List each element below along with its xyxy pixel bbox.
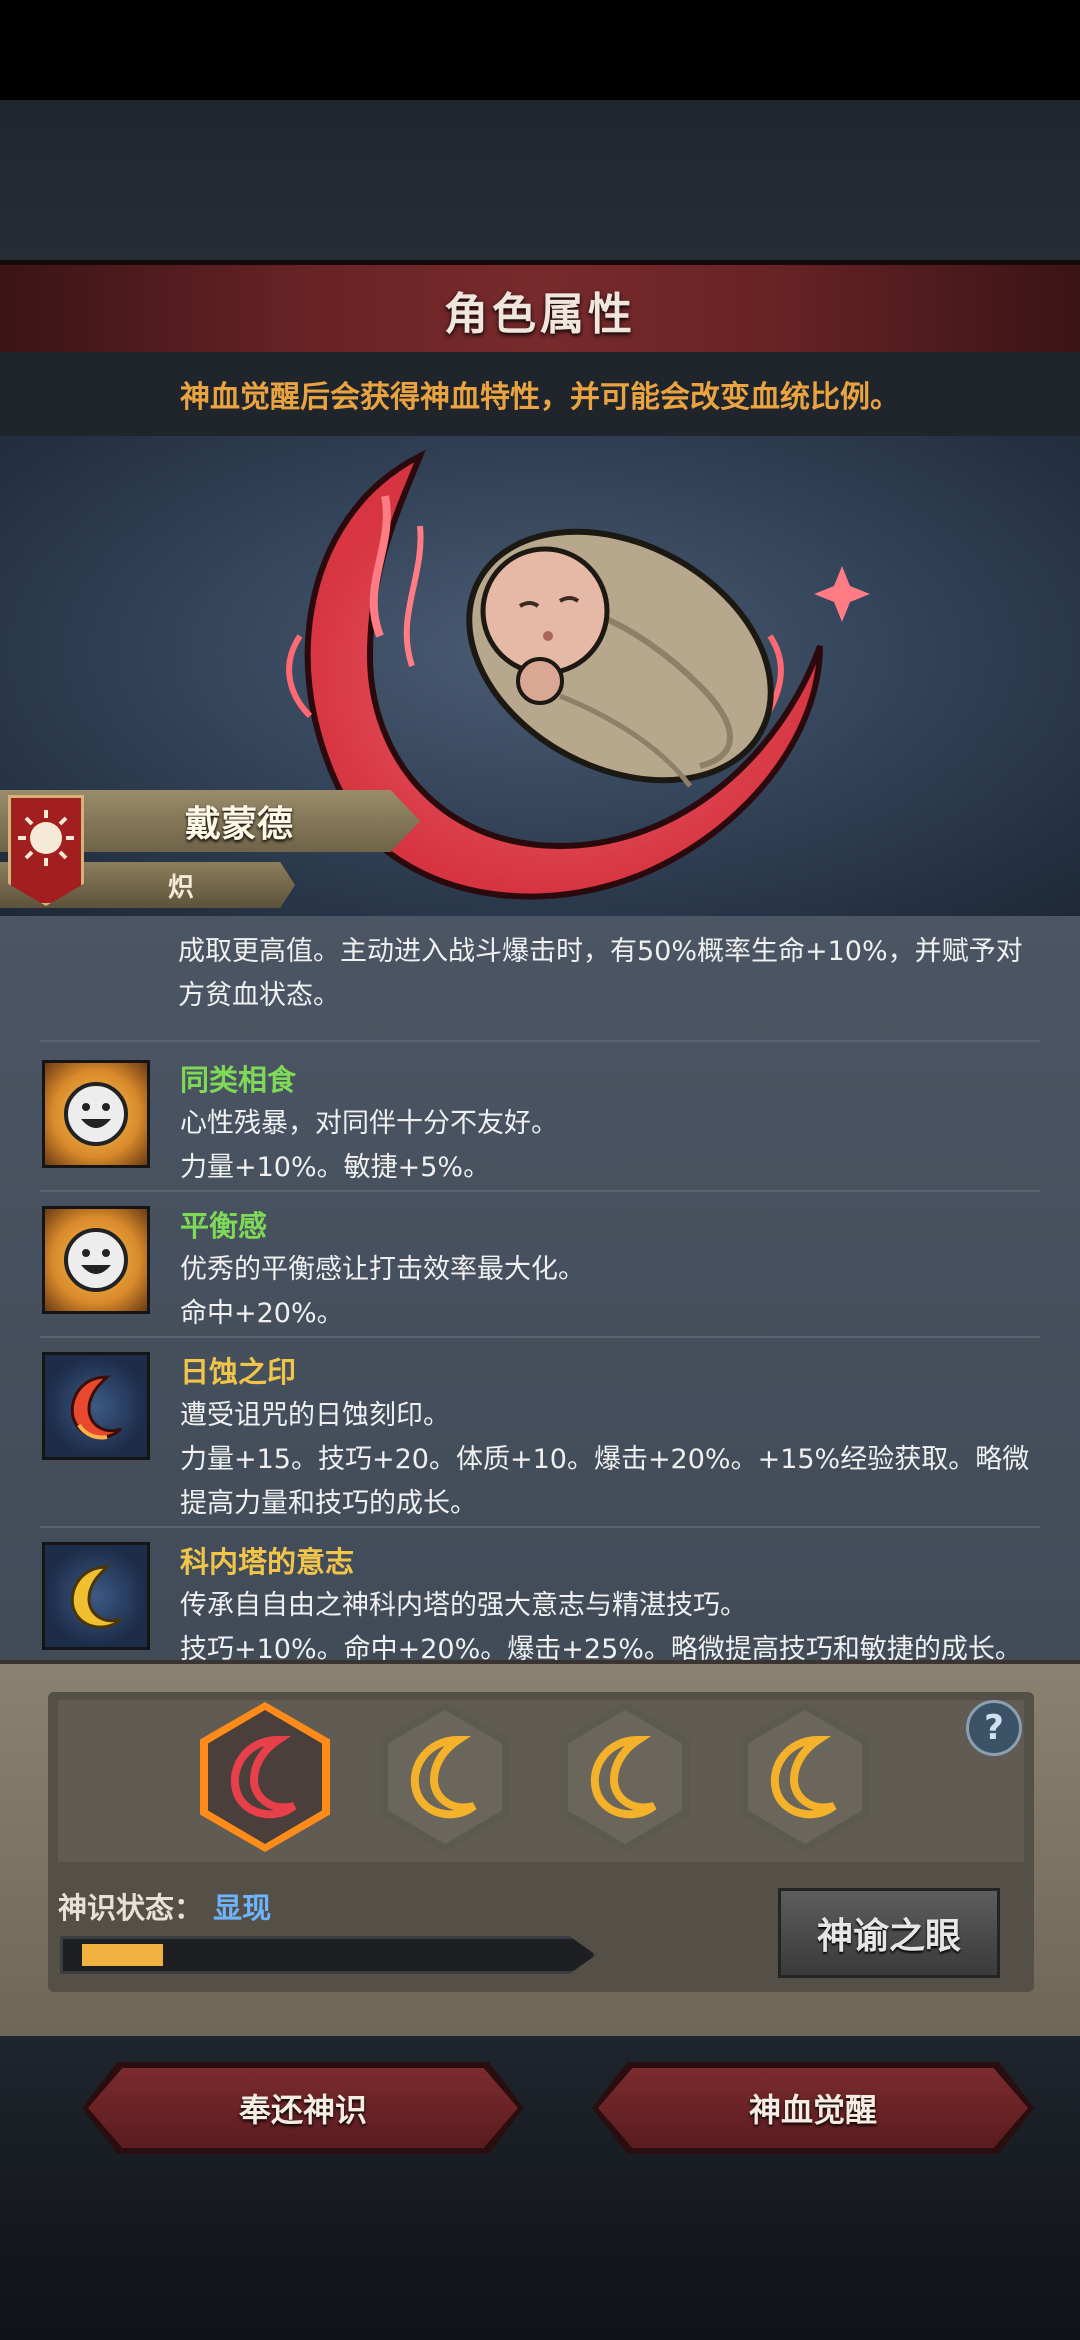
sparkle-icon — [814, 566, 870, 622]
smiley-sun-icon — [42, 1206, 150, 1314]
gold-crescent-icon — [590, 1735, 657, 1819]
trait-name-4: 科内塔的意志 — [180, 1545, 355, 1579]
status-value: 显现 — [213, 1891, 272, 1925]
character-name: 戴蒙德 — [185, 804, 294, 845]
trait-partial-line-2: 方贫血状态。 — [178, 980, 340, 1011]
page-title: 角色属性 — [444, 289, 636, 340]
help-button[interactable]: ? — [966, 1700, 1022, 1756]
trait-desc-4: 传承自自由之神科内塔的强大意志与精湛技巧。 — [180, 1590, 747, 1621]
trait-effect-4: 技巧+10%。命中+20%。爆击+25%。略微提高技巧和敏捷的成长。 — [180, 1634, 1022, 1660]
divider — [40, 1336, 1040, 1338]
golden-crescent-icon — [42, 1542, 150, 1650]
trait-effect-1: 力量+10%。敏捷+5%。 — [180, 1152, 491, 1183]
divine-blood-awaken-label: 神血觉醒 — [748, 2091, 877, 2129]
divider — [40, 1190, 1040, 1192]
gold-crescent-icon — [770, 1735, 837, 1819]
sun-banner-icon — [8, 795, 84, 906]
character-title: 炽 — [168, 872, 195, 903]
question-icon: ? — [984, 1708, 1004, 1748]
oracle-eye-label: 神谕之眼 — [816, 1916, 961, 1957]
return-divinity-label: 奉还神识 — [238, 2091, 367, 2129]
eclipse-mark-icon — [42, 1352, 150, 1460]
gold-crescent-icon — [410, 1735, 477, 1819]
trait-name-3: 日蚀之印 — [180, 1355, 297, 1389]
trait-partial-line-1: 成取更高值。主动进入战斗爆击时，有50%概率生命+10%，并赋予对 — [178, 936, 1023, 967]
divine-blood-awaken-button[interactable]: 神血觉醒 — [598, 2068, 1028, 2148]
trait-effect-3: 力量+15。技巧+20。体质+10。爆击+20%。+15%经验获取。略微 — [180, 1444, 1030, 1475]
baby-face-icon — [480, 546, 610, 676]
hint-bar: 神血觉醒后会获得神血特性，并可能会改变血统比例。 — [0, 352, 1080, 436]
divider — [40, 1040, 1040, 1042]
hint-text: 神血觉醒后会获得神血特性，并可能会改变血统比例。 — [180, 380, 900, 415]
status-label: 神识状态： — [58, 1891, 204, 1925]
trait-desc-1: 心性残暴，对同伴十分不友好。 — [180, 1108, 558, 1139]
oracle-eye-button[interactable]: 神谕之眼 — [778, 1888, 1000, 1978]
trait-name-2: 平衡感 — [180, 1209, 268, 1243]
header-background — [0, 100, 1080, 260]
trait-list[interactable]: 成取更高值。主动进入战斗爆击时，有50%概率生命+10%，并赋予对 方贫血状态。… — [0, 916, 1080, 1660]
trait-name-1: 同类相食 — [180, 1063, 297, 1097]
trait-effect-3b: 提高力量和技巧的成长。 — [180, 1488, 477, 1519]
return-divinity-button[interactable]: 奉还神识 — [88, 2068, 518, 2148]
red-crescent-icon — [230, 1735, 297, 1819]
trait-effect-2: 命中+20%。 — [180, 1298, 344, 1329]
trait-desc-3: 遭受诅咒的日蚀刻印。 — [180, 1400, 450, 1431]
divine-status-row: 神识状态： 显现 — [58, 1885, 271, 1927]
title-banner: 角色属性 — [0, 262, 1080, 358]
smiley-sun-icon — [42, 1060, 150, 1168]
trait-desc-2: 优秀的平衡感让打击效率最大化。 — [180, 1254, 585, 1285]
divider — [40, 1526, 1040, 1528]
awakening-progress-fill — [82, 1944, 163, 1966]
status-bar-area — [0, 0, 1080, 100]
